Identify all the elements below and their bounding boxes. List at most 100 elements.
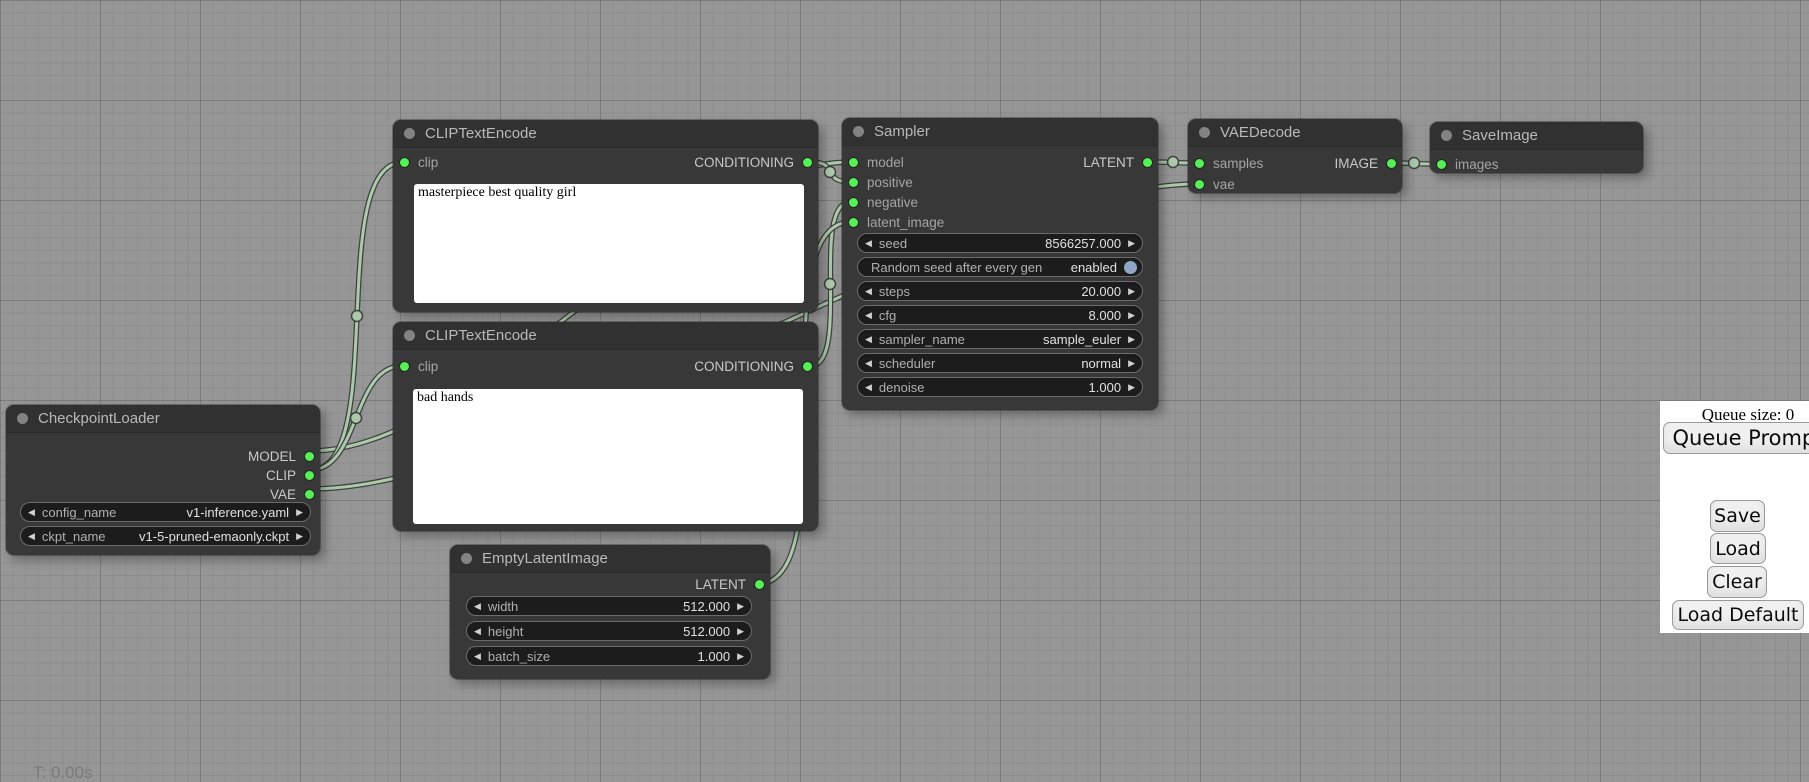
increment-arrow-icon[interactable]: ▶ (730, 596, 751, 616)
widget-name: scheduler (879, 356, 935, 371)
increment-arrow-icon[interactable]: ▶ (1121, 377, 1142, 397)
collapse-dot-icon[interactable] (404, 128, 415, 139)
slot-label: positive (867, 175, 913, 190)
input-slot-positive: positive (849, 173, 913, 191)
widget-value: 512.000 (683, 599, 730, 614)
input-slot-clip: clip (400, 153, 438, 171)
node-emptylatentimage[interactable]: EmptyLatentImage LATENT ◀ width 512.000 … (450, 545, 770, 679)
widget-scheduler[interactable]: ◀ scheduler normal ▶ (857, 353, 1143, 373)
collapse-dot-icon[interactable] (1441, 130, 1452, 141)
widget-value: 1.000 (698, 649, 731, 664)
collapse-dot-icon[interactable] (17, 413, 28, 424)
input-port-images[interactable] (1437, 160, 1446, 169)
increment-arrow-icon[interactable]: ▶ (730, 646, 751, 666)
slot-label: VAE (270, 487, 296, 502)
input-port-model[interactable] (849, 158, 858, 167)
output-port-conditioning[interactable] (803, 158, 812, 167)
output-port-conditioning[interactable] (803, 362, 812, 371)
input-port-latent-image[interactable] (849, 218, 858, 227)
decrement-arrow-icon[interactable]: ◀ (858, 281, 879, 301)
widget-value: normal (1081, 356, 1121, 371)
decrement-arrow-icon[interactable]: ◀ (467, 646, 488, 666)
toggle-indicator-icon[interactable] (1124, 261, 1137, 274)
widget-name: Random seed after every gen (858, 260, 1042, 275)
node-header[interactable]: VAEDecode (1188, 119, 1402, 147)
input-port-vae[interactable] (1195, 180, 1204, 189)
output-slot-latent: LATENT (1083, 153, 1152, 171)
widget-value: sample_euler (1043, 332, 1121, 347)
input-port-clip[interactable] (400, 158, 409, 167)
increment-arrow-icon[interactable]: ▶ (1121, 233, 1142, 253)
input-port-positive[interactable] (849, 178, 858, 187)
input-port-samples[interactable] (1195, 159, 1204, 168)
negative-prompt-textarea[interactable]: bad hands (413, 389, 803, 524)
comfyui-canvas[interactable]: { "icons": { "left_arrow": "◀", "right_a… (0, 0, 1809, 782)
node-cliptextencode-negative[interactable]: CLIPTextEncode clip CONDITIONING bad han… (393, 322, 818, 531)
collapse-dot-icon[interactable] (461, 553, 472, 564)
slot-label: latent_image (867, 215, 944, 230)
widget-seed[interactable]: ◀ seed 8566257.000 ▶ (857, 233, 1143, 253)
output-slot-image: IMAGE (1334, 154, 1396, 172)
collapse-dot-icon[interactable] (1199, 127, 1210, 138)
decrement-arrow-icon[interactable]: ◀ (21, 526, 42, 546)
positive-prompt-textarea[interactable]: masterpiece best quality girl (414, 184, 804, 303)
node-title: CheckpointLoader (38, 410, 160, 427)
collapse-dot-icon[interactable] (404, 330, 415, 341)
output-port-latent[interactable] (1143, 158, 1152, 167)
node-header[interactable]: Sampler (842, 118, 1158, 146)
save-button[interactable]: Save (1710, 500, 1765, 532)
increment-arrow-icon[interactable]: ▶ (1121, 353, 1142, 373)
output-port-latent[interactable] (755, 580, 764, 589)
slot-label: LATENT (695, 577, 746, 592)
clear-button[interactable]: Clear (1707, 566, 1767, 598)
widget-steps[interactable]: ◀ steps 20.000 ▶ (857, 281, 1143, 301)
widget-config-name[interactable]: ◀ config_name v1-inference.yaml ▶ (20, 502, 311, 522)
decrement-arrow-icon[interactable]: ◀ (858, 233, 879, 253)
widget-denoise[interactable]: ◀ denoise 1.000 ▶ (857, 377, 1143, 397)
node-header[interactable]: CLIPTextEncode (393, 322, 818, 350)
widget-cfg[interactable]: ◀ cfg 8.000 ▶ (857, 305, 1143, 325)
node-header[interactable]: EmptyLatentImage (450, 545, 770, 573)
widget-ckpt-name[interactable]: ◀ ckpt_name v1-5-pruned-emaonly.ckpt ▶ (20, 526, 311, 546)
decrement-arrow-icon[interactable]: ◀ (467, 596, 488, 616)
node-header[interactable]: CheckpointLoader (6, 405, 320, 433)
decrement-arrow-icon[interactable]: ◀ (858, 329, 879, 349)
node-header[interactable]: SaveImage (1430, 122, 1643, 150)
increment-arrow-icon[interactable]: ▶ (1121, 305, 1142, 325)
widget-sampler-name[interactable]: ◀ sampler_name sample_euler ▶ (857, 329, 1143, 349)
widget-random-seed-toggle[interactable]: Random seed after every gen enabled (857, 257, 1143, 277)
node-title: CLIPTextEncode (425, 125, 537, 142)
output-port-image[interactable] (1387, 159, 1396, 168)
increment-arrow-icon[interactable]: ▶ (730, 621, 751, 641)
input-slot-clip: clip (400, 357, 438, 375)
decrement-arrow-icon[interactable]: ◀ (467, 621, 488, 641)
output-port-model[interactable] (305, 452, 314, 461)
node-vaedecode[interactable]: VAEDecode samples vae IMAGE (1188, 119, 1402, 193)
decrement-arrow-icon[interactable]: ◀ (858, 353, 879, 373)
widget-width[interactable]: ◀ width 512.000 ▶ (466, 596, 752, 616)
widget-height[interactable]: ◀ height 512.000 ▶ (466, 621, 752, 641)
increment-arrow-icon[interactable]: ▶ (1121, 281, 1142, 301)
collapse-dot-icon[interactable] (853, 126, 864, 137)
input-port-negative[interactable] (849, 198, 858, 207)
increment-arrow-icon[interactable]: ▶ (289, 502, 310, 522)
decrement-arrow-icon[interactable]: ◀ (21, 502, 42, 522)
load-default-button[interactable]: Load Default (1672, 600, 1804, 630)
node-cliptextencode-positive[interactable]: CLIPTextEncode clip CONDITIONING masterp… (393, 120, 818, 312)
node-saveimage[interactable]: SaveImage images (1430, 122, 1643, 173)
increment-arrow-icon[interactable]: ▶ (289, 526, 310, 546)
output-port-vae[interactable] (305, 490, 314, 499)
node-sampler[interactable]: Sampler model positive negative latent_i… (842, 118, 1158, 410)
queue-prompt-button[interactable]: Queue Prompt (1663, 422, 1809, 454)
load-button[interactable]: Load (1710, 533, 1766, 564)
node-checkpointloader[interactable]: CheckpointLoader MODEL CLIP VAE ◀ config… (6, 405, 320, 555)
widget-batch-size[interactable]: ◀ batch_size 1.000 ▶ (466, 646, 752, 666)
input-port-clip[interactable] (400, 362, 409, 371)
node-header[interactable]: CLIPTextEncode (393, 120, 818, 148)
slot-label: CLIP (266, 468, 296, 483)
decrement-arrow-icon[interactable]: ◀ (858, 305, 879, 325)
increment-arrow-icon[interactable]: ▶ (1121, 329, 1142, 349)
slot-label: CONDITIONING (694, 155, 794, 170)
output-port-clip[interactable] (305, 471, 314, 480)
decrement-arrow-icon[interactable]: ◀ (858, 377, 879, 397)
